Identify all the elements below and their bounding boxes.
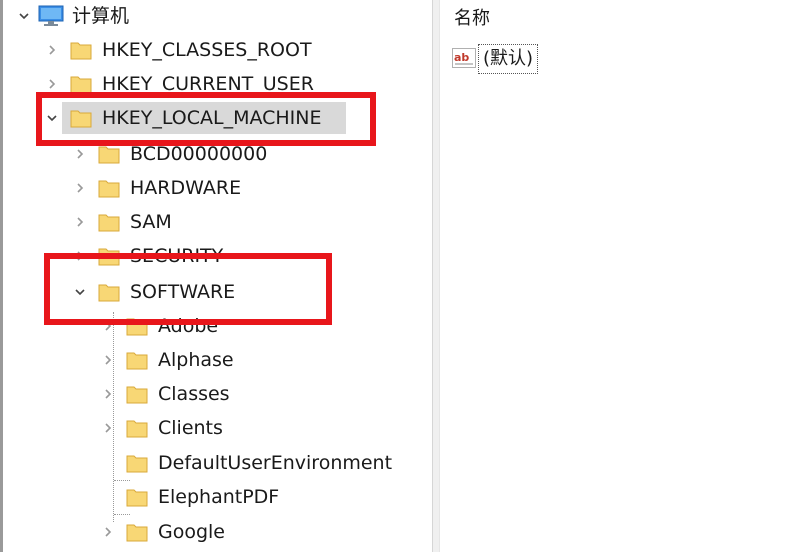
folder-icon xyxy=(70,76,92,94)
tree-node-label: 计算机 xyxy=(72,5,130,27)
folder-icon xyxy=(98,180,120,198)
chevron-right-icon[interactable] xyxy=(74,250,86,262)
folder-icon xyxy=(126,352,148,370)
tree-node-label: HKEY_CURRENT_USER xyxy=(102,73,314,95)
tree-node-label: SECURITY xyxy=(130,245,224,267)
tree-node-hkey-classes-root[interactable]: HKEY_CLASSES_ROOT xyxy=(0,34,432,66)
folder-icon xyxy=(126,524,148,542)
folder-icon xyxy=(98,284,120,302)
tree-node-security[interactable]: SECURITY xyxy=(0,240,432,272)
folder-icon xyxy=(126,318,148,336)
tree-node-classes[interactable]: Classes xyxy=(0,378,432,410)
string-value-icon: ab xyxy=(452,48,476,68)
tree-node-clients[interactable]: Clients xyxy=(0,412,432,444)
chevron-right-icon[interactable] xyxy=(74,182,86,194)
tree-node-label: Adobe xyxy=(158,315,219,337)
chevron-right-icon[interactable] xyxy=(102,422,114,434)
tree-node-label: ElephantPDF xyxy=(158,486,280,508)
tree-node-sam[interactable]: SAM xyxy=(0,206,432,238)
chevron-right-icon[interactable] xyxy=(102,354,114,366)
folder-icon xyxy=(126,455,148,473)
tree-node-computer[interactable]: 计算机 xyxy=(0,0,432,32)
tree-node-google[interactable]: Google xyxy=(0,516,432,548)
tree-node-adobe[interactable]: Adobe xyxy=(0,310,432,342)
tree-node-label: Alphase xyxy=(158,349,234,371)
tree-node-hardware[interactable]: HARDWARE xyxy=(0,172,432,204)
tree-guide-line xyxy=(114,514,130,515)
chevron-right-icon[interactable] xyxy=(102,526,114,538)
pane-splitter[interactable] xyxy=(432,0,440,552)
folder-icon xyxy=(126,489,148,507)
chevron-down-icon[interactable] xyxy=(74,286,86,298)
folder-icon xyxy=(98,248,120,266)
folder-icon xyxy=(70,110,92,128)
computer-icon xyxy=(38,5,64,26)
chevron-right-icon[interactable] xyxy=(102,320,114,332)
folder-icon xyxy=(126,386,148,404)
value-name-label: (默认) xyxy=(478,44,539,74)
tree-node-label: HKEY_CLASSES_ROOT xyxy=(102,39,312,61)
tree-node-elephantpdf[interactable]: ElephantPDF xyxy=(0,481,432,513)
chevron-down-icon[interactable] xyxy=(18,10,30,22)
tree-node-label: HARDWARE xyxy=(130,177,242,199)
registry-values-pane[interactable]: 名称 ab (默认) xyxy=(440,0,800,552)
chevron-right-icon[interactable] xyxy=(46,78,58,90)
registry-tree-pane[interactable]: 计算机 HKEY_CLASSES_ROOT HKEY_CURRENT_USER … xyxy=(0,0,432,552)
tree-node-bcd00000000[interactable]: BCD00000000 xyxy=(0,138,432,170)
chevron-right-icon[interactable] xyxy=(102,388,114,400)
tree-node-hkey-current-user[interactable]: HKEY_CURRENT_USER xyxy=(0,68,432,100)
tree-node-hkey-local-machine-row[interactable]: HKEY_LOCAL_MACHINE xyxy=(0,102,432,134)
tree-node-defaultuserenvironment[interactable]: DefaultUserEnvironment xyxy=(0,447,432,479)
tree-node-label: SAM xyxy=(130,211,172,233)
chevron-right-icon[interactable] xyxy=(46,44,58,56)
tree-node-label: SOFTWARE xyxy=(130,281,236,303)
chevron-right-icon[interactable] xyxy=(74,148,86,160)
tree-node-label: BCD00000000 xyxy=(130,143,268,165)
tree-node-software[interactable]: SOFTWARE xyxy=(0,276,432,308)
tree-node-label: Clients xyxy=(158,417,223,439)
folder-icon xyxy=(98,146,120,164)
tree-node-label: DefaultUserEnvironment xyxy=(158,452,393,474)
chevron-down-icon[interactable] xyxy=(46,112,58,124)
folder-icon xyxy=(70,42,92,60)
window-left-border xyxy=(0,0,3,552)
column-header-name[interactable]: 名称 xyxy=(454,6,490,32)
tree-node-alphase[interactable]: Alphase xyxy=(0,344,432,376)
tree-node-label: HKEY_LOCAL_MACHINE xyxy=(102,107,322,129)
tree-node-label: Classes xyxy=(158,383,230,405)
folder-icon xyxy=(98,214,120,232)
folder-icon xyxy=(126,420,148,438)
svg-text:ab: ab xyxy=(454,51,469,64)
chevron-right-icon[interactable] xyxy=(74,216,86,228)
tree-node-label: Google xyxy=(158,521,226,543)
